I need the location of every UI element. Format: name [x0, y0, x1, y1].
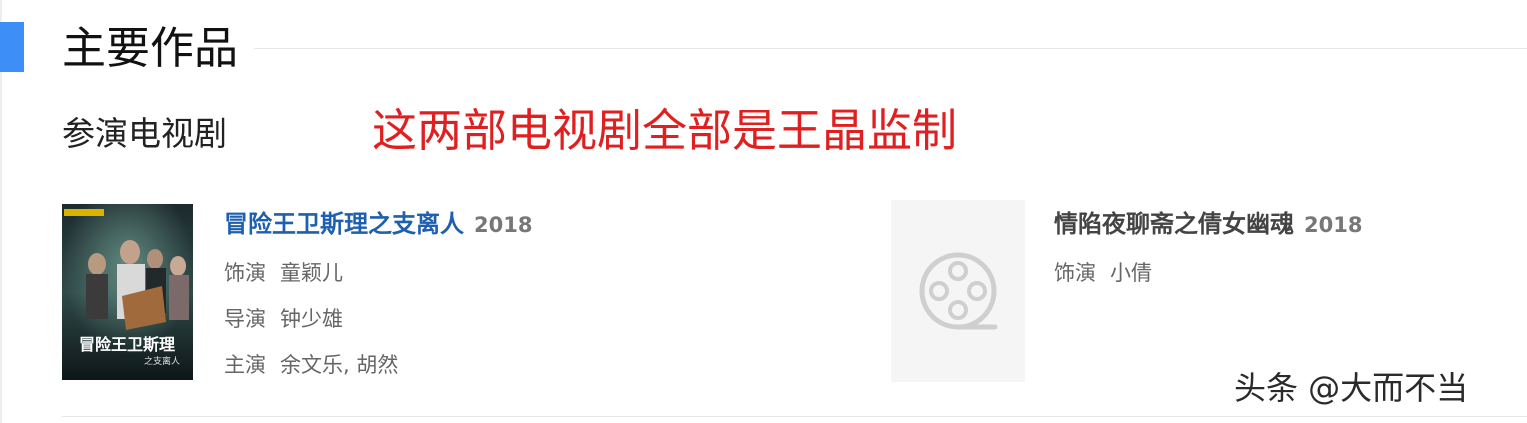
credit-label: 饰演: [1054, 261, 1096, 285]
work-poster-2[interactable]: [891, 200, 1025, 382]
work-title-1: 冒险王卫斯理之支离人 2018: [224, 207, 532, 242]
credit-value: 小倩: [1110, 261, 1152, 285]
credit-value: 童颖儿: [280, 261, 343, 285]
work-year: 2018: [474, 213, 533, 237]
credit-row: 导演 钟少雄: [224, 304, 343, 334]
credit-label: 主演: [224, 353, 266, 377]
section-accent-bar: [0, 22, 24, 72]
work-year: 2018: [1304, 213, 1363, 237]
credit-label: 饰演: [224, 261, 266, 285]
work-poster-1[interactable]: 冒险王卫斯理 之支离人: [62, 204, 193, 380]
credit-value: 钟少雄: [280, 307, 343, 331]
annotation-text: 这两部电视剧全部是王晶监制: [372, 104, 958, 157]
poster-image: 冒险王卫斯理 之支离人: [62, 204, 193, 380]
subsection-title: 参演电视剧: [62, 114, 227, 153]
work-title-2: 情陷夜聊斋之倩女幽魂 2018: [1054, 207, 1362, 242]
watermark-text: 头条 @大而不当: [1234, 369, 1469, 407]
work-title-link[interactable]: 冒险王卫斯理之支离人: [224, 210, 464, 238]
credit-row: 主演 余文乐, 胡然: [224, 350, 398, 380]
work-title-link[interactable]: 情陷夜聊斋之倩女幽魂: [1054, 210, 1294, 238]
credit-row: 饰演 小倩: [1054, 258, 1152, 288]
credit-label: 导演: [224, 307, 266, 331]
poster-subtitle-text: 之支离人: [144, 355, 180, 367]
poster-title-text: 冒险王卫斯理: [79, 335, 175, 354]
section-title: 主要作品: [62, 23, 238, 74]
section-divider: [254, 48, 1527, 49]
credit-row: 饰演 童颖儿: [224, 258, 343, 288]
bottom-divider: [62, 416, 1527, 417]
credit-value: 余文乐, 胡然: [280, 353, 399, 377]
film-reel-icon: [919, 252, 998, 330]
